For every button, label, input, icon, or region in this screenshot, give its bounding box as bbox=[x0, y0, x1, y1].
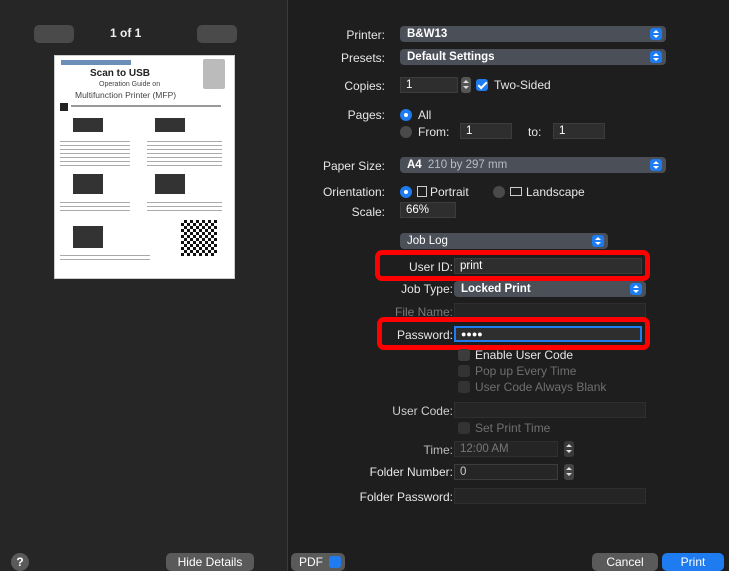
paper-size-dimensions: 210 by 297 mm bbox=[427, 159, 508, 171]
popup-every-time-label: Pop up Every Time bbox=[475, 364, 577, 378]
step-banner bbox=[155, 118, 185, 132]
user-code-blank-checkbox[interactable] bbox=[458, 381, 470, 393]
step-banner bbox=[73, 118, 103, 132]
pages-label: Pages: bbox=[347, 108, 385, 122]
user-code-label: User Code: bbox=[392, 404, 453, 418]
doc-title: Scan to USB bbox=[90, 68, 151, 79]
highlight-box bbox=[377, 317, 650, 350]
job-type-select[interactable]: Locked Print bbox=[454, 281, 646, 297]
text-lines bbox=[60, 199, 130, 211]
step-banner bbox=[73, 174, 103, 194]
pages-all-label: All bbox=[418, 108, 432, 122]
section-value: Job Log bbox=[407, 235, 448, 247]
landscape-label: Landscape bbox=[526, 185, 585, 199]
folder-number-stepper[interactable] bbox=[564, 464, 574, 480]
time-stepper[interactable] bbox=[564, 441, 574, 457]
copies-input[interactable]: 1 bbox=[400, 77, 458, 93]
print-settings-panel: Printer: B&W13 Presets: Default Settings… bbox=[288, 0, 729, 571]
pdf-menu-button[interactable]: PDF bbox=[291, 553, 345, 571]
first-page-button[interactable] bbox=[34, 25, 74, 43]
paper-size-value: A4 bbox=[407, 159, 422, 171]
landscape-radio[interactable] bbox=[493, 186, 505, 198]
pages-from-input[interactable]: 1 bbox=[460, 123, 512, 139]
presets-value: Default Settings bbox=[407, 51, 495, 63]
presets-label: Presets: bbox=[340, 51, 385, 65]
pages-all-radio[interactable] bbox=[400, 109, 412, 121]
highlight-box bbox=[375, 250, 650, 281]
text-lines bbox=[71, 105, 221, 107]
next-page-button[interactable] bbox=[197, 25, 237, 43]
portrait-label: Portrait bbox=[430, 185, 469, 199]
chevron-updown-icon bbox=[650, 159, 662, 171]
page-counter: 1 of 1 bbox=[110, 26, 142, 40]
step-banner bbox=[73, 226, 103, 248]
job-type-label: Job Type: bbox=[401, 282, 453, 296]
copies-stepper[interactable] bbox=[461, 77, 471, 93]
hide-details-button[interactable]: Hide Details bbox=[166, 553, 254, 571]
printer-label: Printer: bbox=[346, 28, 385, 42]
time-input[interactable]: 12:00 AM bbox=[454, 441, 558, 457]
time-label: Time: bbox=[423, 443, 453, 457]
preview-panel: 1 of 1 Scan to USB Operation Guide on Mu… bbox=[0, 0, 287, 571]
text-lines bbox=[60, 138, 130, 168]
chevron-updown-icon bbox=[630, 283, 642, 295]
folder-number-label: Folder Number: bbox=[369, 465, 453, 479]
pages-from-label: From: bbox=[418, 125, 450, 139]
presets-select[interactable]: Default Settings bbox=[400, 49, 666, 65]
printer-image bbox=[203, 59, 225, 89]
cancel-button[interactable]: Cancel bbox=[592, 553, 658, 571]
text-lines bbox=[147, 138, 222, 168]
user-code-input[interactable] bbox=[454, 402, 646, 418]
copies-label: Copies: bbox=[344, 79, 385, 93]
portrait-radio[interactable] bbox=[400, 186, 412, 198]
orientation-label: Orientation: bbox=[322, 185, 385, 199]
two-sided-label: Two-Sided bbox=[494, 78, 551, 92]
folder-password-label: Folder Password: bbox=[359, 490, 453, 504]
scale-label: Scale: bbox=[351, 205, 385, 219]
user-code-blank-label: User Code Always Blank bbox=[475, 380, 607, 394]
pages-to-input[interactable]: 1 bbox=[553, 123, 605, 139]
printer-select[interactable]: B&W13 bbox=[400, 26, 666, 42]
paper-size-label: Paper Size: bbox=[322, 159, 385, 173]
chevron-updown-icon bbox=[592, 235, 604, 247]
set-print-time-label: Set Print Time bbox=[475, 421, 551, 435]
pages-from-radio[interactable] bbox=[400, 126, 412, 138]
doc-subtitle: Operation Guide on bbox=[99, 81, 161, 88]
folder-password-input[interactable] bbox=[454, 488, 646, 504]
chevron-updown-icon bbox=[650, 28, 662, 40]
section-select[interactable]: Job Log bbox=[400, 233, 608, 249]
enable-user-code-label: Enable User Code bbox=[475, 348, 574, 362]
page-preview: Scan to USB Operation Guide on Multifunc… bbox=[54, 55, 235, 279]
qr-code-icon bbox=[181, 220, 217, 256]
popup-every-time-checkbox[interactable] bbox=[458, 365, 470, 377]
chevron-down-icon bbox=[329, 556, 341, 568]
step-bar bbox=[60, 103, 68, 111]
set-print-time-checkbox[interactable] bbox=[458, 422, 470, 434]
portrait-icon bbox=[417, 186, 427, 197]
enable-user-code-checkbox[interactable] bbox=[458, 349, 470, 361]
text-lines bbox=[147, 199, 222, 211]
job-type-value: Locked Print bbox=[461, 283, 531, 295]
folder-number-input[interactable]: 0 bbox=[454, 464, 558, 480]
pdf-label: PDF bbox=[299, 555, 323, 569]
pages-to-label: to: bbox=[528, 125, 542, 139]
landscape-icon bbox=[510, 187, 522, 196]
text-lines bbox=[60, 252, 150, 260]
printer-value: B&W13 bbox=[407, 28, 448, 40]
print-button[interactable]: Print bbox=[662, 553, 724, 571]
help-button[interactable]: ? bbox=[11, 553, 29, 571]
chevron-updown-icon bbox=[650, 51, 662, 63]
logo bbox=[61, 60, 131, 65]
step-banner bbox=[155, 174, 185, 194]
two-sided-checkbox[interactable] bbox=[476, 79, 488, 91]
paper-size-select[interactable]: A4 210 by 297 mm bbox=[400, 157, 666, 173]
doc-subtitle: Multifunction Printer (MFP) bbox=[75, 90, 177, 100]
scale-input[interactable]: 66% bbox=[400, 202, 456, 218]
